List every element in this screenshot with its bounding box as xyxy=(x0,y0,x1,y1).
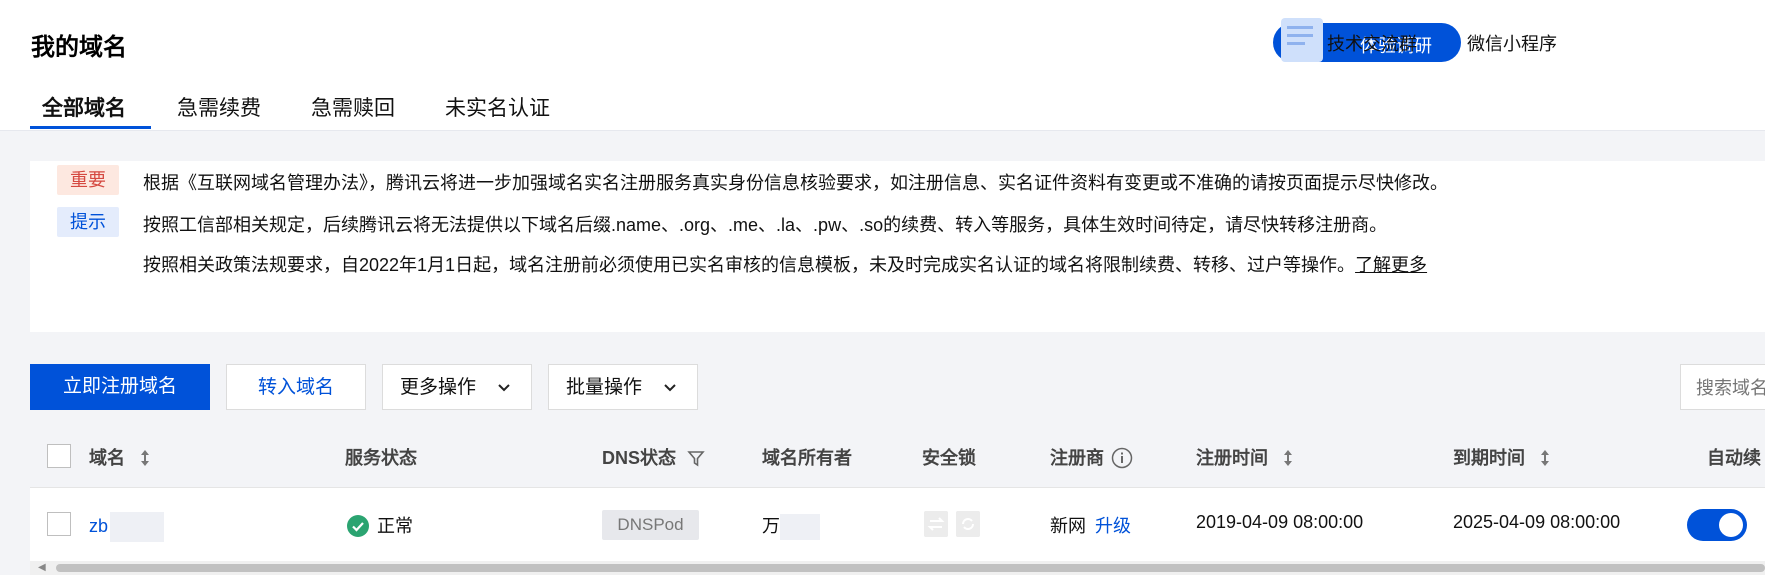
masked-text xyxy=(110,512,165,542)
col-expire-time[interactable]: 到期时间 xyxy=(1453,444,1552,470)
col-auto-renew: 自动续 xyxy=(1707,448,1761,468)
register-domain-button[interactable]: 立即注册域名 xyxy=(30,364,210,410)
register-time-cell: 2019-04-09 08:00:00 xyxy=(1196,512,1364,532)
table-row: zb 正常 DNSPod 万 新网 升级 2019-04-09 08:00:00… xyxy=(30,488,1765,561)
survey-doc-icon xyxy=(1281,18,1323,62)
learn-more-link[interactable]: 了解更多 xyxy=(1355,255,1427,275)
owner-cell: 万 xyxy=(762,512,820,541)
service-status-cell: 正常 xyxy=(347,512,413,538)
important-badge: 重要 xyxy=(57,165,119,195)
registrar-text: 新网 xyxy=(1050,516,1086,536)
domain-link[interactable]: zb xyxy=(89,516,108,536)
batch-actions-dropdown[interactable]: 批量操作 xyxy=(548,364,698,410)
col-service-status: 服务状态 xyxy=(345,448,417,468)
more-actions-dropdown[interactable]: 更多操作 xyxy=(382,364,532,410)
expire-time-cell: 2025-04-09 08:00:00 xyxy=(1453,512,1621,532)
notice-panel: 重要 根据《互联网域名管理办法》，腾讯云将进一步加强域名实名注册服务真实身份信息… xyxy=(30,161,1765,332)
tab-renew-urgent[interactable]: 急需续费 xyxy=(177,92,261,122)
auto-renew-toggle[interactable] xyxy=(1687,509,1747,541)
update-lock-icon[interactable] xyxy=(956,511,980,537)
tab-all-domains[interactable]: 全部域名 xyxy=(42,92,126,122)
toggle-knob xyxy=(1719,513,1743,537)
sort-icon xyxy=(1541,450,1550,466)
search-input[interactable] xyxy=(1681,365,1765,411)
col-owner: 域名所有者 xyxy=(762,448,852,468)
horizontal-scrollbar[interactable]: ◀ xyxy=(30,561,1765,575)
filter-icon xyxy=(687,451,705,467)
page-title: 我的域名 xyxy=(31,34,127,61)
more-actions-label: 更多操作 xyxy=(400,377,477,398)
col-register-time-label: 注册时间 xyxy=(1196,448,1268,468)
col-security-lock: 安全锁 xyxy=(922,448,976,468)
notice-line-3: 按照相关政策法规要求，自2022年1月1日起，域名注册前必须使用已实名审核的信息… xyxy=(143,251,1427,277)
col-dns-status-label: DNS状态 xyxy=(602,448,677,468)
sort-icon xyxy=(1284,450,1293,466)
notice-line-1: 根据《互联网域名管理办法》，腾讯云将进一步加强域名实名注册服务真实身份信息核验要… xyxy=(143,173,1448,193)
select-all-checkbox[interactable] xyxy=(47,444,71,468)
check-circle-icon xyxy=(347,515,369,537)
transfer-domain-button[interactable]: 转入域名 xyxy=(226,364,366,410)
dns-status-tag: DNSPod xyxy=(602,510,699,540)
col-registrar: 注册商 xyxy=(1050,444,1133,470)
scrollbar-thumb[interactable] xyxy=(56,564,1765,572)
masked-text xyxy=(780,514,820,541)
col-domain-label: 域名 xyxy=(89,448,125,468)
col-registrar-label: 注册商 xyxy=(1050,448,1104,468)
sort-icon xyxy=(141,450,150,466)
scroll-left-icon[interactable]: ◀ xyxy=(38,561,46,575)
info-icon[interactable] xyxy=(1111,447,1133,469)
chevron-down-icon xyxy=(664,384,676,392)
notice-line-2: 按照工信部相关规定，后续腾讯云将无法提供以下域名后缀.name、.org、.me… xyxy=(143,215,1388,235)
notice-line-3-text: 按照相关政策法规要求，自2022年1月1日起，域名注册前必须使用已实名审核的信息… xyxy=(143,255,1356,275)
upgrade-link[interactable]: 升级 xyxy=(1095,516,1131,536)
domain-table: 域名 服务状态 DNS状态 域名所有者 安全锁 注册商 注册时间 到期时间 自动… xyxy=(30,425,1765,561)
tech-group-link[interactable]: 技术交流群 xyxy=(1327,30,1417,56)
page-header: 我的域名 体验调研 技术交流群 微信小程序 全部域名 急需续费 急需赎回 未实名… xyxy=(0,0,1765,131)
active-tab-indicator xyxy=(30,126,151,129)
col-register-time[interactable]: 注册时间 xyxy=(1196,444,1295,470)
tab-unverified[interactable]: 未实名认证 xyxy=(445,92,550,122)
col-dns-status[interactable]: DNS状态 xyxy=(602,444,705,470)
owner-text: 万 xyxy=(762,516,780,536)
service-status-text: 正常 xyxy=(377,516,413,536)
tip-badge: 提示 xyxy=(57,207,119,237)
chevron-down-icon xyxy=(498,384,510,392)
table-header: 域名 服务状态 DNS状态 域名所有者 安全锁 注册商 注册时间 到期时间 自动… xyxy=(30,425,1765,488)
col-domain[interactable]: 域名 xyxy=(89,444,152,470)
transfer-lock-icon[interactable] xyxy=(924,511,948,537)
mini-program-link[interactable]: 微信小程序 xyxy=(1467,30,1557,56)
search-box[interactable] xyxy=(1680,364,1765,411)
col-expire-time-label: 到期时间 xyxy=(1453,448,1525,468)
tab-redeem-urgent[interactable]: 急需赎回 xyxy=(311,92,395,122)
registrar-cell: 新网 升级 xyxy=(1050,512,1131,538)
row-checkbox[interactable] xyxy=(47,512,71,536)
domain-cell[interactable]: zb xyxy=(89,512,165,542)
batch-actions-label: 批量操作 xyxy=(566,377,643,398)
